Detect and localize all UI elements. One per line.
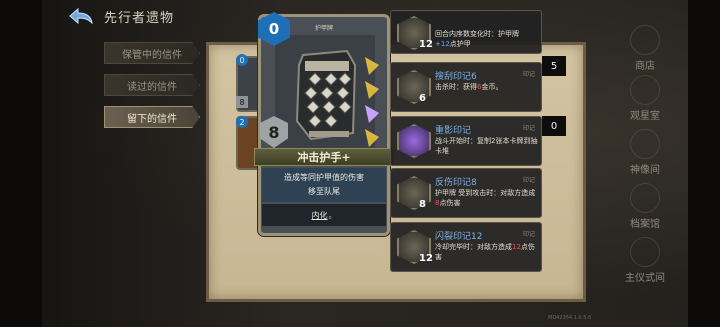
statue-icon bbox=[630, 129, 660, 159]
back-button[interactable] bbox=[66, 5, 96, 27]
card-name: 冲击护手+ bbox=[254, 148, 394, 166]
tooltip-3-desc: 护甲牌 受到攻击时：对敌方造成8点伤害 bbox=[435, 189, 536, 207]
mini-card-1-cost: 0 bbox=[236, 54, 248, 66]
tooltip-1-num: 6 bbox=[419, 93, 426, 104]
mini-card-1-armor: 8 bbox=[236, 96, 248, 108]
tooltip-2-tag: 印记 bbox=[522, 125, 535, 132]
tooltip-3-num: 8 bbox=[419, 199, 426, 210]
left-rail bbox=[0, 0, 42, 327]
mini-card-2-cost: 2 bbox=[236, 116, 248, 128]
tooltip-1: 6 搜刮印记6 印记 击杀时：获得6金币。 bbox=[390, 62, 542, 112]
echo-mark-icon bbox=[397, 124, 431, 158]
nav-archive[interactable]: 档案馆 bbox=[618, 178, 672, 230]
right-rail bbox=[688, 0, 720, 327]
tooltip-4-tag: 印记 bbox=[522, 231, 535, 238]
tooltip-2: 重影印记 印记 战斗开始时：复制2张本卡牌到抽卡堆 bbox=[390, 116, 542, 166]
tooltip-0-desc: 回合内序数变化时：护甲牌 +12点护甲 bbox=[435, 30, 519, 48]
tooltip-0: 12 回合内序数变化时：护甲牌 +12点护甲 bbox=[390, 10, 542, 54]
gauntlet-icon bbox=[275, 35, 375, 153]
counter-mid: 0 bbox=[542, 116, 566, 136]
tooltip-4-desc: 冷却完毕时：对敌方造成12点伤害 bbox=[435, 243, 535, 261]
nav-ritual-hall[interactable]: 主仪式间 bbox=[618, 232, 672, 284]
keyword-link[interactable]: 内化 bbox=[312, 210, 328, 221]
ritual-icon bbox=[630, 237, 660, 267]
tooltip-3: 8 反伤印记8 印记 护甲牌 受到攻击时：对敌方造成8点伤害 bbox=[390, 168, 542, 218]
back-arrow-icon bbox=[69, 7, 93, 25]
tab-stored-letters[interactable]: 保管中的信件 bbox=[104, 42, 200, 64]
nav-observatory[interactable]: 观星室 bbox=[618, 70, 672, 122]
keyword-suffix: 。 bbox=[328, 210, 337, 220]
counter-top: 5 bbox=[542, 56, 566, 76]
version-label: MD42354 1.0.5.6 bbox=[548, 315, 592, 321]
shop-icon bbox=[630, 25, 660, 55]
tab-read-letters[interactable]: 读过的信件 bbox=[104, 74, 200, 96]
tooltip-3-tag: 印记 bbox=[522, 177, 535, 184]
nav-statue-hall[interactable]: 神像间 bbox=[618, 124, 672, 176]
tooltip-3-name: 反伤印记8 bbox=[435, 178, 477, 188]
tooltip-4: 12 闪裂印记12 印记 冷却完毕时：对敌方造成12点伤害 bbox=[390, 222, 542, 272]
tooltip-0-num: 12 bbox=[419, 39, 433, 50]
tooltip-4-name: 闪裂印记12 bbox=[435, 232, 483, 242]
tooltip-1-tag: 印记 bbox=[522, 71, 535, 78]
card-desc-line1: 造成等同护甲值的伤害 bbox=[284, 173, 364, 182]
tooltip-4-num: 12 bbox=[419, 253, 433, 264]
observatory-icon bbox=[630, 75, 660, 105]
tooltip-0-desc-line2: +12点护甲 bbox=[435, 40, 471, 48]
nav-shop[interactable]: 商店 bbox=[618, 20, 672, 72]
card-description: 造成等同护甲值的伤害 移至队尾 bbox=[262, 168, 386, 202]
tab-left-letters[interactable]: 留下的信件 bbox=[104, 106, 200, 128]
card-desc-line2: 移至队尾 bbox=[308, 187, 340, 196]
archive-icon bbox=[630, 183, 660, 213]
tooltip-2-desc: 战斗开始时：复制2张本卡牌到抽卡堆 bbox=[435, 137, 538, 155]
mark-slots-icon bbox=[365, 57, 379, 147]
card-keyword[interactable]: 内化。 bbox=[262, 204, 386, 226]
tooltip-2-name: 重影印记 bbox=[435, 126, 472, 136]
tooltip-1-name: 搜刮印记6 bbox=[435, 72, 477, 82]
tooltip-1-desc: 击杀时：获得6金币。 bbox=[435, 83, 503, 91]
page-title: 先行者遗物 bbox=[104, 10, 175, 26]
header: 先行者遗物 bbox=[66, 4, 174, 28]
